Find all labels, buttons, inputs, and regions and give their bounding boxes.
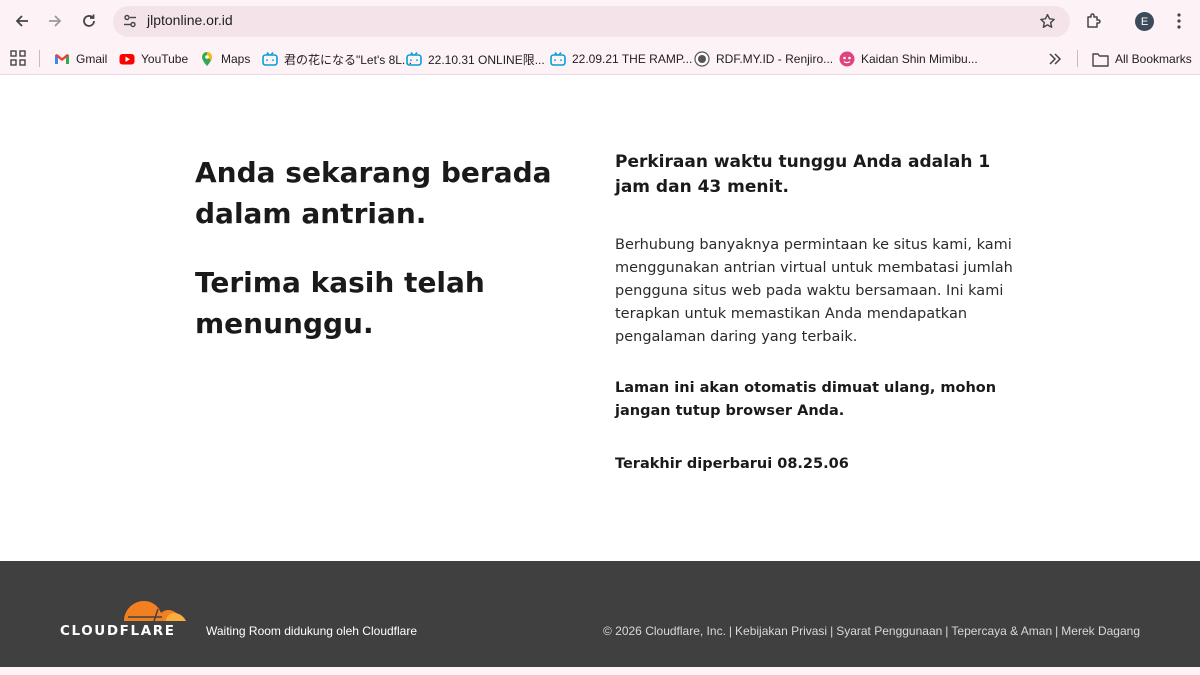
queue-heading-column: Anda sekarang berada dalam antrian. Teri… — [195, 152, 555, 344]
terms-of-use-link[interactable]: Syarat Penggunaan — [836, 624, 942, 638]
gmail-icon — [55, 54, 69, 64]
bookmark-rdf[interactable]: RDF.MY.ID - Renjiro... — [694, 49, 833, 69]
queue-headline: Anda sekarang berada dalam antrian. — [195, 156, 552, 230]
reload-icon — [83, 14, 95, 27]
arrow-right-icon — [49, 15, 62, 27]
bookmark-bilibili-3[interactable]: 22.09.21 THE RAMP... — [550, 49, 692, 69]
bookmark-gmail[interactable]: Gmail — [54, 49, 107, 69]
window-bottom-edge — [0, 667, 1200, 675]
extensions-icon[interactable] — [1084, 11, 1104, 31]
address-bar[interactable]: jlptonline.or.id — [113, 6, 1070, 37]
back-button[interactable] — [10, 9, 34, 33]
maps-icon — [202, 52, 212, 66]
estimated-wait-time: Perkiraan waktu tunggu Anda adalah 1 jam… — [615, 152, 991, 197]
profile-avatar[interactable]: E — [1135, 12, 1154, 31]
last-updated: Terakhir diperbarui 08.25.06 — [615, 456, 849, 472]
bookmark-label: RDF.MY.ID - Renjiro... — [716, 52, 834, 66]
apps-grid-icon[interactable] — [10, 50, 26, 66]
bookmark-label: 22.09.21 THE RAMP... — [572, 52, 693, 66]
bilibili-icon — [262, 52, 278, 66]
site-settings-icon[interactable] — [122, 13, 138, 29]
bookmark-bilibili-2[interactable]: 22.10.31 ONLINE限... — [406, 49, 545, 69]
bookmark-label: Gmail — [76, 52, 108, 66]
reload-button[interactable] — [77, 9, 101, 33]
cloudflare-logo-text: CLOUDFLARE — [60, 623, 176, 639]
all-bookmarks-button[interactable]: All Bookmarks — [1092, 49, 1192, 69]
bilibili-icon — [550, 52, 566, 66]
powered-by-text: Waiting Room didukung oleh Cloudflare — [206, 624, 418, 638]
all-bookmarks-label: All Bookmarks — [1115, 52, 1192, 66]
bookmark-label: Kaidan Shin Mimibu... — [861, 52, 978, 66]
link-separator: | — [1055, 624, 1059, 638]
link-separator: | — [830, 624, 834, 638]
bookmark-bilibili-1[interactable]: 君の花になる"Let's 8L... — [262, 49, 412, 69]
youtube-icon — [119, 54, 135, 65]
link-separator: | — [945, 624, 949, 638]
bookmark-kaidan[interactable]: Kaidan Shin Mimibu... — [839, 49, 978, 69]
privacy-policy-link[interactable]: Kebijakan Privasi — [735, 624, 827, 638]
chevron-double-right-icon[interactable] — [1047, 52, 1063, 66]
star-icon[interactable] — [1039, 13, 1056, 30]
bookmark-label: Maps — [221, 52, 251, 66]
address-url[interactable]: jlptonline.or.id — [147, 12, 233, 28]
queue-explanation: Berhubung banyaknya permintaan ke situs … — [615, 237, 1013, 345]
bookmark-label: 君の花になる"Let's 8L... — [284, 52, 412, 67]
bookmarks-divider — [39, 50, 40, 67]
arrow-left-icon — [15, 15, 28, 27]
copyright-text: © 2026 Cloudflare, Inc. — [602, 624, 726, 638]
cloudflare-footer: CLOUDFLARE Waiting Room didukung oleh Cl… — [0, 561, 1200, 667]
forward-button[interactable] — [43, 9, 67, 33]
trademark-link[interactable]: Merek Dagang — [1061, 624, 1140, 638]
trust-safety-link[interactable]: Tepercaya & Aman — [951, 624, 1052, 638]
bookmark-maps[interactable]: Maps — [199, 49, 250, 69]
pink-face-icon — [839, 51, 855, 67]
rdf-icon — [694, 51, 710, 67]
legal-links: © 2026 Cloudflare, Inc. | Kebijakan Privas… — [603, 624, 1140, 638]
bilibili-icon — [406, 52, 422, 66]
bookmark-label: YouTube — [141, 52, 189, 66]
auto-reload-notice: Laman ini akan otomatis dimuat ulang, mo… — [615, 380, 997, 419]
more-menu-icon[interactable] — [1169, 11, 1189, 31]
queue-info-column: Perkiraan waktu tunggu Anda adalah 1 jam… — [615, 150, 1015, 476]
browser-toolbar: jlptonline.or.id E — [0, 0, 1200, 42]
bookmarks-bar: Gmail YouTube Maps 君の花になる"Let's 8L... 22… — [0, 42, 1200, 75]
bookmark-label: 22.10.31 ONLINE限... — [428, 52, 545, 67]
folder-icon — [1092, 52, 1109, 67]
bookmark-youtube[interactable]: YouTube — [119, 49, 188, 69]
bookmarks-divider — [1077, 50, 1078, 67]
thanks-headline: Terima kasih telah menunggu. — [195, 266, 485, 340]
link-separator: | — [728, 624, 733, 638]
